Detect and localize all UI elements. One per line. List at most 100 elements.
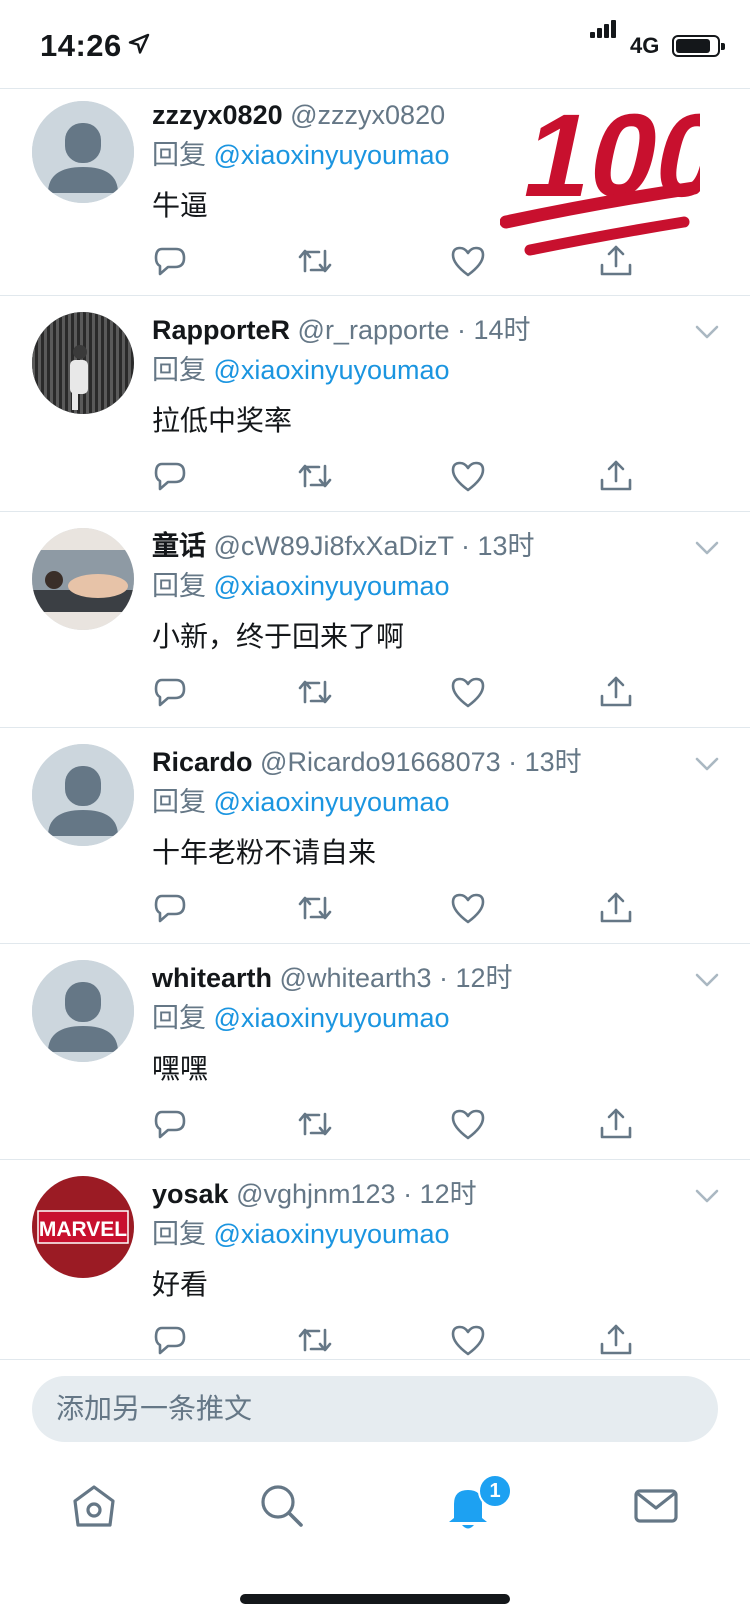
- retweet-button[interactable]: [297, 1322, 333, 1358]
- reply-icon: [152, 1322, 188, 1358]
- like-button[interactable]: [450, 243, 486, 279]
- reply-to-link[interactable]: @xiaoxinyuyoumao: [214, 787, 450, 817]
- tweet-time: 13时: [477, 531, 535, 561]
- display-name[interactable]: yosak: [152, 1179, 229, 1209]
- display-name[interactable]: zzzyx0820: [152, 100, 283, 130]
- tweet-header: 童话 @cW89Ji8fxXaDizT · 13时: [152, 528, 670, 564]
- tab-search[interactable]: [254, 1478, 310, 1534]
- reply-button[interactable]: [152, 458, 188, 494]
- like-button[interactable]: [450, 890, 486, 926]
- avatar[interactable]: [32, 101, 134, 203]
- like-button[interactable]: [450, 674, 486, 710]
- status-bar: 14:26 4G: [0, 0, 750, 88]
- display-name[interactable]: RapporteR: [152, 315, 290, 345]
- home-indicator[interactable]: [240, 1594, 510, 1604]
- reply-to-link[interactable]: @xiaoxinyuyoumao: [214, 571, 450, 601]
- tab-messages[interactable]: [628, 1478, 684, 1534]
- retweet-button[interactable]: [297, 890, 333, 926]
- tweet-row[interactable]: Ricardo @Ricardo91668073 · 13时 回复 @xiaoxi…: [0, 728, 750, 944]
- avatar[interactable]: [32, 312, 134, 414]
- share-icon: [598, 243, 634, 279]
- reply-to-link[interactable]: @xiaoxinyuyoumao: [214, 1003, 450, 1033]
- separator-dot: ·: [449, 315, 474, 345]
- retweet-icon: [297, 1106, 333, 1142]
- user-handle[interactable]: @zzzyx0820: [290, 100, 445, 130]
- compose-divider: [0, 1359, 750, 1360]
- reply-icon: [152, 674, 188, 710]
- default-avatar-icon: [32, 744, 134, 846]
- retweet-button[interactable]: [297, 458, 333, 494]
- chevron-down-icon[interactable]: [694, 538, 720, 558]
- tweet-text: 好看: [152, 1269, 209, 1300]
- share-button[interactable]: [598, 674, 634, 710]
- share-icon: [598, 1106, 634, 1142]
- like-button[interactable]: [450, 1106, 486, 1142]
- reply-to-link[interactable]: @xiaoxinyuyoumao: [214, 140, 450, 170]
- tweet-row[interactable]: whitearth @whitearth3 · 12时 回复 @xiaoxinyu…: [0, 944, 750, 1160]
- user-photo-icon: [32, 312, 134, 414]
- avatar[interactable]: [32, 528, 134, 630]
- reply-button[interactable]: [152, 890, 188, 926]
- reply-to-link[interactable]: @xiaoxinyuyoumao: [214, 1219, 450, 1249]
- user-handle[interactable]: @vghjnm123: [236, 1179, 396, 1209]
- user-handle[interactable]: @cW89Ji8fxXaDizT: [214, 531, 454, 561]
- tweet-actions: [152, 890, 632, 926]
- tweet-text: 小新，终于回来了啊: [152, 621, 405, 652]
- tweet-header: yosak @vghjnm123 · 12时: [152, 1176, 670, 1212]
- user-handle[interactable]: @r_rapporte: [298, 315, 450, 345]
- tweet-row[interactable]: zzzyx0820 @zzzyx0820 回复 @xiaoxinyuyoumao 牛…: [0, 89, 750, 296]
- user-handle[interactable]: @Ricardo91668073: [260, 747, 501, 777]
- avatar[interactable]: [32, 744, 134, 846]
- user-handle[interactable]: @whitearth3: [280, 963, 432, 993]
- reply-feed[interactable]: zzzyx0820 @zzzyx0820 回复 @xiaoxinyuyoumao 牛…: [0, 89, 750, 1359]
- chevron-down-icon[interactable]: [694, 970, 720, 990]
- reply-prefix: 回复: [152, 787, 206, 817]
- avatar[interactable]: [32, 960, 134, 1062]
- marvel-logo-icon: MARVEL: [32, 1176, 134, 1278]
- share-button[interactable]: [598, 458, 634, 494]
- retweet-button[interactable]: [297, 674, 333, 710]
- share-icon: [598, 674, 634, 710]
- avatar[interactable]: MARVEL: [32, 1176, 134, 1278]
- display-name[interactable]: Ricardo: [152, 747, 253, 777]
- display-name[interactable]: whitearth: [152, 963, 272, 993]
- user-photo-icon: [32, 528, 134, 630]
- like-button[interactable]: [450, 1322, 486, 1358]
- share-button[interactable]: [598, 1322, 634, 1358]
- share-icon: [598, 1322, 634, 1358]
- retweet-button[interactable]: [297, 243, 333, 279]
- share-button[interactable]: [598, 243, 634, 279]
- reply-to-link[interactable]: @xiaoxinyuyoumao: [214, 355, 450, 385]
- display-name[interactable]: 童话: [152, 531, 206, 561]
- reply-button[interactable]: [152, 243, 188, 279]
- tweet-actions: [152, 1106, 632, 1142]
- tweet-time: 14时: [473, 315, 531, 345]
- default-avatar-icon: [32, 960, 134, 1062]
- share-button[interactable]: [598, 890, 634, 926]
- reply-button[interactable]: [152, 674, 188, 710]
- tweet-row[interactable]: RapporteR @r_rapporte · 14时 回复 @xiaoxinyu…: [0, 296, 750, 512]
- reply-icon: [152, 1106, 188, 1142]
- reply-context: 回复 @xiaoxinyuyoumao: [152, 352, 450, 388]
- chevron-down-icon[interactable]: [694, 754, 720, 774]
- location-arrow-icon: [128, 33, 150, 54]
- tweet-time: 12时: [455, 963, 513, 993]
- chevron-down-icon[interactable]: [694, 322, 720, 342]
- tab-home[interactable]: [66, 1478, 122, 1534]
- tweet-text: 牛逼: [152, 190, 209, 221]
- reply-button[interactable]: [152, 1322, 188, 1358]
- retweet-button[interactable]: [297, 1106, 333, 1142]
- reply-prefix: 回复: [152, 1003, 206, 1033]
- heart-icon: [450, 1322, 486, 1358]
- like-button[interactable]: [450, 458, 486, 494]
- chevron-down-icon[interactable]: [694, 1186, 720, 1206]
- separator-dot: ·: [395, 1179, 420, 1209]
- tweet-row[interactable]: MARVEL yosak @vghjnm123 · 12时 回复 @xiaoxiny…: [0, 1160, 750, 1359]
- retweet-icon: [297, 243, 333, 279]
- share-button[interactable]: [598, 1106, 634, 1142]
- add-tweet-input[interactable]: [32, 1376, 718, 1442]
- tweet-row[interactable]: 童话 @cW89Ji8fxXaDizT · 13时 回复 @xiaoxinyuyo…: [0, 512, 750, 728]
- reply-button[interactable]: [152, 1106, 188, 1142]
- status-time: 14:26: [40, 28, 122, 63]
- search-icon: [261, 1485, 303, 1527]
